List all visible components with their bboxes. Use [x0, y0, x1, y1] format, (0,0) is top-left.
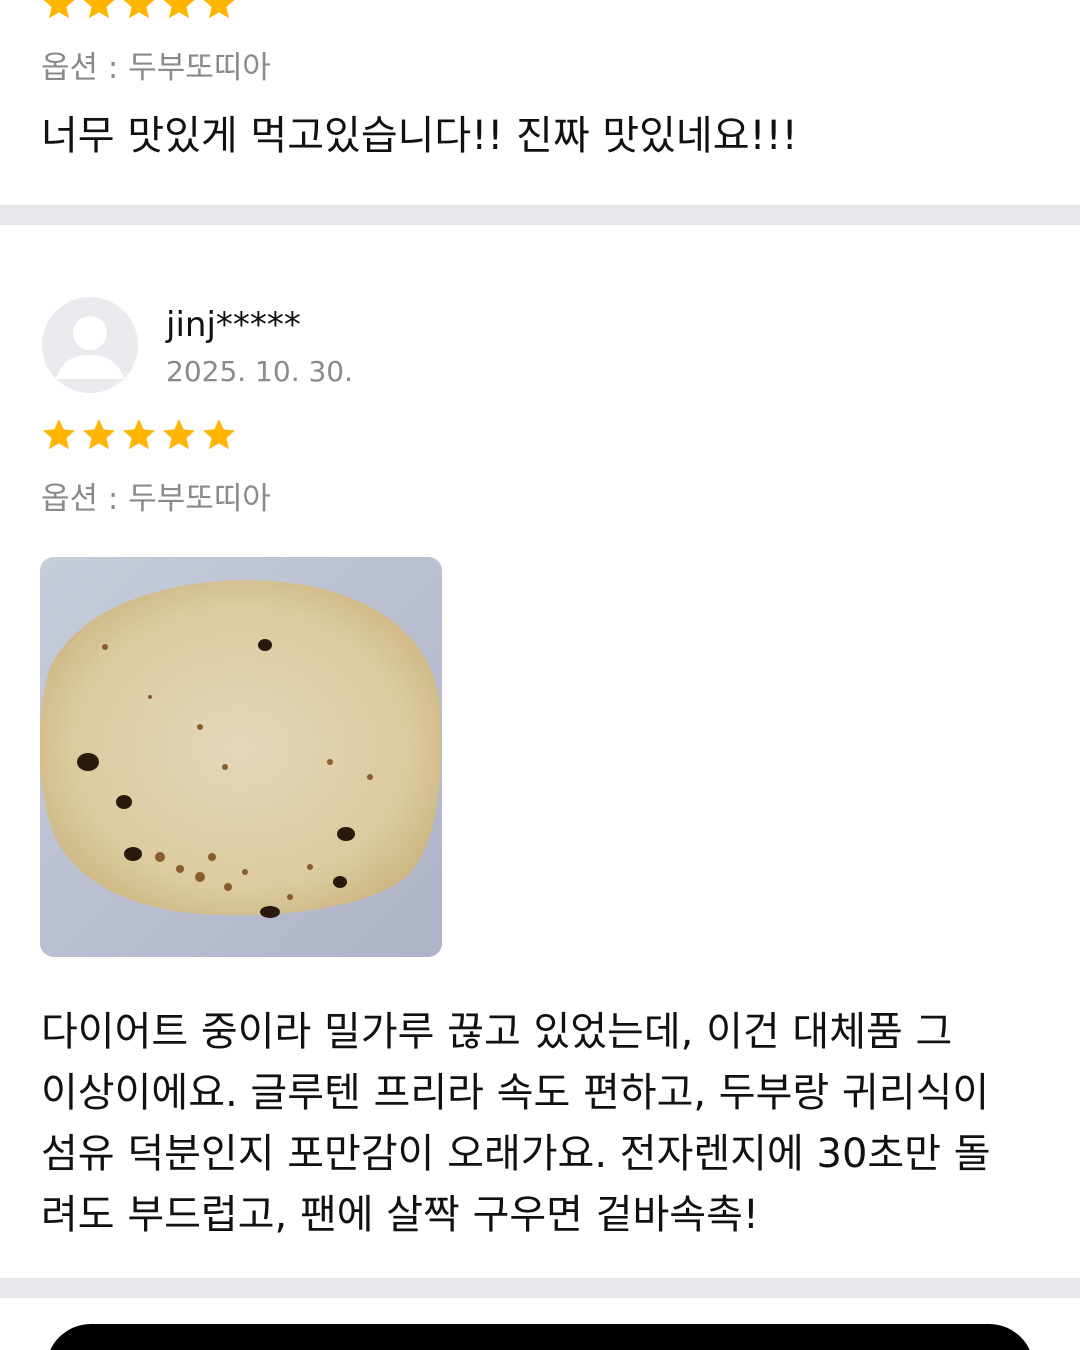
review-photo[interactable]: [40, 557, 442, 957]
review-item: 옵션 : 두부또띠아 너무 맛있게 먹고있습니다!! 진짜 맛있네요!!!: [0, 0, 1080, 205]
section-divider: [0, 205, 1080, 225]
default-avatar-icon: [56, 316, 124, 379]
avatar: [42, 297, 138, 393]
review-text-line: 이상이에요. 글루텐 프리라 속도 편하고, 두부랑 귀리식이: [41, 1070, 990, 1116]
tortilla-photo: [40, 557, 442, 957]
review-text: 다이어트 중이라 밀가루 끊고 있었는데, 이건 대체품 그 이상이에요. 글루…: [41, 1002, 1046, 1246]
review-option: 옵션 : 두부또띠아: [41, 50, 271, 86]
review-text: 너무 맛있게 먹고있습니다!! 진짜 맛있네요!!!: [41, 113, 798, 159]
star-icon: [201, 417, 237, 453]
review-list: 옵션 : 두부또띠아 너무 맛있게 먹고있습니다!! 진짜 맛있네요!!! ji…: [0, 0, 1080, 1350]
star-icon: [81, 417, 117, 453]
review-text-line: 려도 부드럽고, 팬에 살짝 구우면 겉바속촉!: [41, 1192, 759, 1238]
star-icon: [121, 417, 157, 453]
star-icon: [41, 417, 77, 453]
star-icon: [81, 0, 117, 22]
review-item: jinj***** 2025. 10. 30. 옵션 : 두부또띠아 다이어트 …: [0, 225, 1080, 1278]
star-icon: [201, 0, 237, 22]
review-date: 2025. 10. 30.: [166, 355, 354, 388]
star-rating: [41, 417, 237, 453]
bottom-action-button[interactable]: [46, 1324, 1034, 1350]
star-icon: [161, 0, 197, 22]
review-text-line: 섬유 덕분인지 포만감이 오래가요. 전자렌지에 30초만 돌: [41, 1131, 991, 1177]
review-text-line: 다이어트 중이라 밀가루 끊고 있었는데, 이건 대체품 그: [41, 1009, 953, 1055]
star-icon: [161, 417, 197, 453]
section-divider: [0, 1278, 1080, 1298]
star-rating: [41, 0, 237, 22]
reviewer-name: jinj*****: [166, 305, 301, 345]
star-icon: [121, 0, 157, 22]
star-icon: [41, 0, 77, 22]
review-option: 옵션 : 두부또띠아: [41, 481, 271, 517]
